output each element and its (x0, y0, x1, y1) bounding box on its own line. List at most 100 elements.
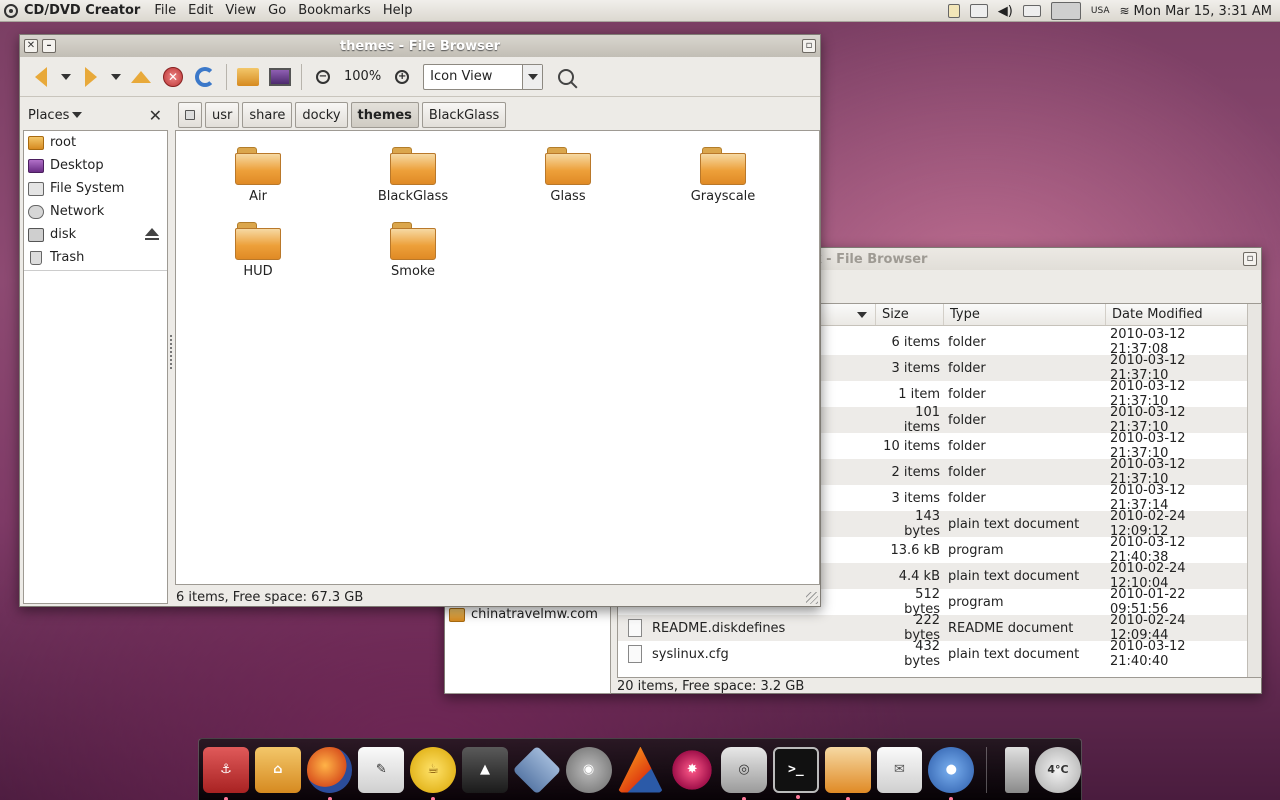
maximize-icon[interactable]: ▫ (1243, 252, 1257, 266)
close-sidebar-icon[interactable]: ✕ (149, 106, 162, 125)
minimize-icon[interactable]: – (42, 39, 56, 53)
wifi-icon[interactable]: ≋ (1119, 4, 1129, 18)
chevron-down-icon (72, 112, 83, 118)
table-row[interactable]: README.diskdefines 222 bytes README docume… (618, 613, 1261, 643)
crumb-usr[interactable]: usr (205, 102, 240, 128)
resize-grip-icon[interactable] (806, 592, 818, 604)
sidebar-item-label: disk (50, 227, 77, 242)
volume-icon[interactable]: ◀) (998, 4, 1013, 19)
pane-resize-handle[interactable] (170, 335, 174, 369)
disc-burner-icon[interactable]: ◎ (721, 746, 767, 800)
clock[interactable]: Mon Mar 15, 3:31 AM (1134, 4, 1272, 19)
home-button[interactable] (233, 62, 263, 92)
docky-anchor-icon[interactable]: ⚓ (203, 746, 249, 800)
reload-icon (195, 66, 215, 87)
weather-icon[interactable]: 4°C (1035, 746, 1081, 793)
back-history-dropdown[interactable] (58, 62, 74, 92)
matlab-icon[interactable] (617, 746, 664, 793)
sidebar-item-trash[interactable]: Trash (24, 246, 167, 269)
folder-icon (545, 147, 591, 185)
folder-icon (449, 607, 465, 622)
forward-arrow-icon (85, 66, 97, 87)
mail-icon[interactable] (1022, 5, 1041, 17)
menu-file[interactable]: File (154, 3, 176, 18)
menu-bookmarks[interactable]: Bookmarks (298, 3, 371, 18)
sidebar-item-filesystem[interactable]: File System (24, 177, 167, 200)
notes-icon[interactable] (947, 4, 960, 18)
app-logo-icon[interactable] (4, 3, 18, 18)
inkscape-icon[interactable]: ▲ (462, 746, 508, 793)
menu-view[interactable]: View (225, 3, 256, 18)
crumb-themes[interactable]: themes (350, 102, 419, 128)
app-name[interactable]: CD/DVD Creator (24, 3, 140, 18)
crumb-filesystem-root[interactable] (178, 102, 202, 128)
menu-go[interactable]: Go (268, 3, 286, 18)
folder-item-smoke[interactable]: Smoke (358, 222, 468, 279)
folder-icon (390, 222, 436, 260)
view-mode-select[interactable]: Icon View (423, 63, 544, 90)
folder-item-air[interactable]: Air (203, 147, 313, 204)
ruler-icon[interactable] (512, 745, 562, 794)
menu-edit[interactable]: Edit (188, 3, 213, 18)
forward-history-dropdown[interactable] (108, 62, 124, 92)
sidebar-item-disk[interactable]: disk (24, 223, 167, 246)
column-type-header[interactable]: Type (944, 304, 1106, 325)
maximize-icon[interactable]: ▫ (802, 39, 816, 53)
home-folder-icon[interactable]: ⌂ (254, 746, 301, 793)
zoom-out-button[interactable]: − (308, 62, 338, 92)
forward-button[interactable] (76, 62, 106, 92)
text-editor-icon[interactable]: ✎ (358, 746, 405, 793)
front-window-titlebar[interactable]: ✕ – themes - File Browser ▫ (20, 35, 820, 57)
vertical-scrollbar[interactable] (1247, 304, 1261, 677)
firefox-icon[interactable] (306, 746, 353, 800)
sidebar-item-network[interactable]: Network (24, 200, 167, 223)
burst-icon[interactable]: ✸ (669, 746, 716, 793)
search-button[interactable] (551, 62, 581, 92)
back-button[interactable] (26, 62, 56, 92)
folder-icon (235, 222, 281, 260)
trash-icon (30, 250, 42, 265)
folder-item-hud[interactable]: HUD (203, 222, 313, 279)
sidebar-item-label: root (50, 135, 77, 150)
workspace-switcher-icon[interactable] (1050, 2, 1081, 20)
pidgin-icon[interactable]: ● (928, 746, 975, 800)
terminal-icon[interactable]: >_ (772, 746, 819, 799)
places-selector[interactable]: Places ✕ (20, 106, 170, 125)
up-button[interactable] (126, 62, 156, 92)
home-folder-icon (28, 135, 44, 150)
column-date-header[interactable]: Date Modified (1106, 304, 1249, 325)
column-size-header[interactable]: Size (876, 304, 944, 325)
sidebar-item-root[interactable]: root (24, 131, 167, 154)
close-icon[interactable]: ✕ (24, 39, 38, 53)
stop-button[interactable]: ✕ (158, 62, 188, 92)
crumb-blackglass[interactable]: BlackGlass (421, 102, 507, 128)
table-row[interactable]: syslinux.cfg 432 bytes plain text document… (618, 639, 1261, 669)
genie-lamp-icon[interactable]: ☕ (410, 746, 457, 800)
view-mode-dropdown[interactable] (522, 64, 543, 89)
file-manager-icon[interactable] (824, 746, 871, 800)
folder-item-grayscale[interactable]: Grayscale (668, 147, 778, 204)
back-arrow-icon (35, 66, 47, 87)
folder-label: Grayscale (690, 189, 756, 204)
menu-help[interactable]: Help (383, 3, 413, 18)
eject-icon[interactable] (145, 228, 159, 240)
keyboard-layout[interactable]: USA (1091, 6, 1110, 16)
desktop-icon (28, 158, 44, 173)
crumb-docky[interactable]: docky (295, 102, 348, 128)
computer-button[interactable] (265, 62, 295, 92)
keyboard-icon[interactable] (969, 4, 988, 18)
folder-item-blackglass[interactable]: BlackGlass (358, 147, 468, 204)
up-arrow-icon (131, 70, 151, 83)
places-sidebar: root Desktop File System Network disk Tr… (23, 130, 168, 604)
sort-chevron-down-icon (857, 311, 867, 318)
zoom-in-button[interactable]: + (387, 62, 417, 92)
sidebar-item-desktop[interactable]: Desktop (24, 154, 167, 177)
mail-icon[interactable]: ✉ (876, 746, 923, 793)
folder-item-glass[interactable]: Glass (513, 147, 623, 204)
search-icon (558, 68, 575, 85)
crumb-share[interactable]: share (242, 102, 293, 128)
gimp-icon[interactable]: ◉ (565, 746, 612, 793)
usb-drive-icon[interactable] (1005, 746, 1030, 793)
sidebar-item-label: Network (50, 204, 105, 219)
reload-button[interactable] (190, 62, 220, 92)
